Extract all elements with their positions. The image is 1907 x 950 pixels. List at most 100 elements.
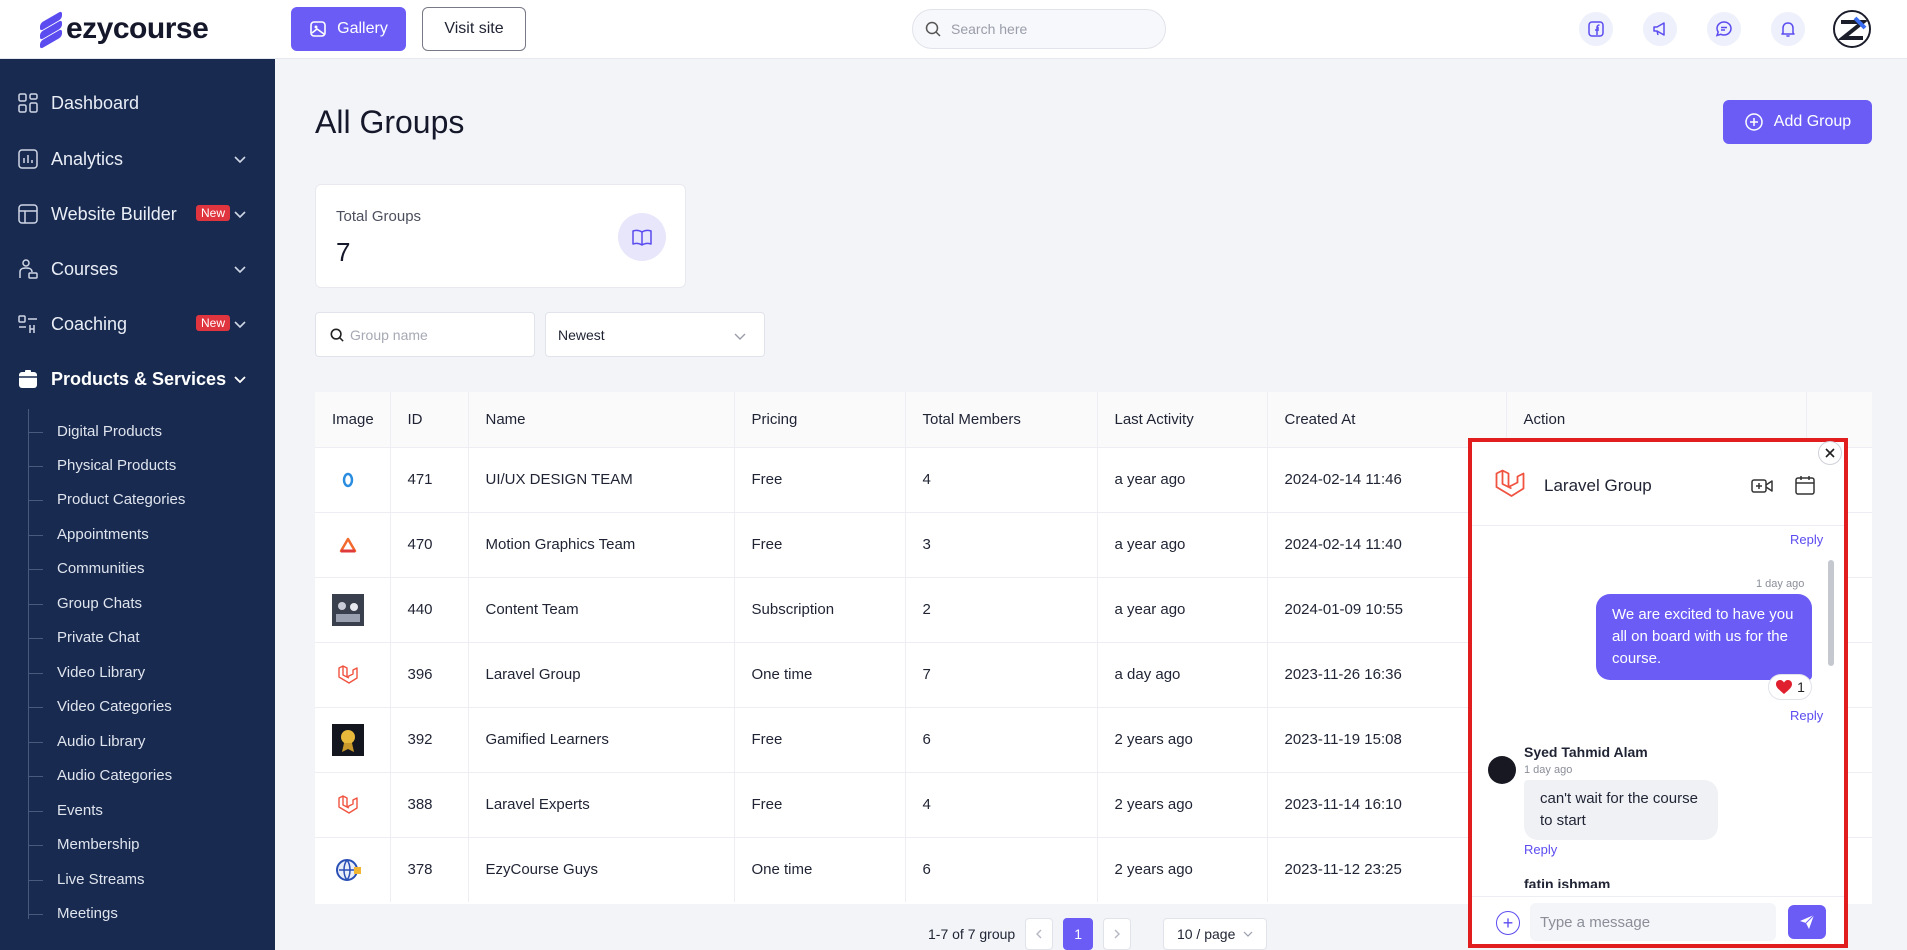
stat-value: 7 (336, 237, 351, 267)
page-1-button[interactable]: 1 (1063, 918, 1094, 950)
sidebar-label-analytics: Analytics (51, 148, 124, 169)
reply-link[interactable]: Reply (1790, 532, 1823, 547)
cell-pricing: Free (734, 772, 906, 837)
message-time: 1 day ago (1756, 578, 1805, 590)
calendar-icon[interactable] (1794, 474, 1816, 496)
cell-members: 6 (905, 707, 1098, 772)
prev-page-button[interactable] (1025, 918, 1054, 950)
submenu-item-group-chats[interactable]: Group Chats (28, 595, 142, 612)
cell-pricing: Subscription (734, 577, 906, 642)
cell-activity: 2 years ago (1097, 837, 1268, 902)
sidebar-item-website-builder[interactable]: Website Builder New (0, 194, 275, 234)
cell-pricing: Free (734, 707, 906, 772)
submenu-item-meetings[interactable]: Meetings (29, 905, 118, 922)
group-name-input[interactable] (350, 326, 520, 343)
sidebar-item-dashboard[interactable]: Dashboard (0, 83, 275, 123)
cell-name: Motion Graphics Team (468, 512, 735, 577)
cell-members: 3 (905, 512, 1098, 577)
cell-activity: a year ago (1097, 447, 1268, 512)
cell-name: Laravel Group (468, 642, 735, 707)
attach-plus-icon[interactable]: + (1496, 911, 1520, 935)
chat-scrollbar[interactable] (1828, 560, 1834, 666)
facebook-button[interactable] (1579, 12, 1613, 46)
visit-site-button[interactable]: Visit site (422, 7, 526, 51)
submenu-item-live-streams[interactable]: Live Streams (29, 871, 145, 888)
gallery-label: Gallery (337, 20, 388, 37)
submenu-item-communities[interactable]: Communities (29, 560, 145, 577)
next-page-button[interactable] (1103, 918, 1132, 950)
chevron-down-icon (234, 376, 246, 384)
cell-pricing: Free (734, 512, 906, 577)
sender-name: Syed Tahmid Alam (1524, 744, 1648, 760)
sidebar-item-products-services[interactable]: Products & Services (0, 359, 275, 399)
gallery-button[interactable]: Gallery (291, 7, 406, 51)
group-thumbnail-medal-icon (332, 723, 364, 756)
message-bubble-other: can't wait for the course to start (1524, 780, 1718, 840)
chat-header: Laravel Group (1472, 442, 1844, 526)
col-last-activity: Last Activity (1097, 392, 1268, 447)
cell-activity: 2 years ago (1097, 772, 1268, 837)
submenu-item-video-categories[interactable]: Video Categories (29, 698, 172, 715)
cell-activity: a day ago (1097, 642, 1268, 707)
chat-composer: + (1472, 896, 1844, 944)
chevron-left-icon (1036, 929, 1042, 939)
cell-pricing: Free (734, 447, 906, 512)
top-search-input[interactable] (951, 21, 1141, 37)
submenu-item-video-library[interactable]: Video Library (28, 664, 145, 681)
message-bubble-own: We are excited to have you all on board … (1596, 594, 1812, 680)
book-icon (618, 213, 666, 261)
video-call-icon[interactable] (1750, 476, 1774, 496)
sidebar: Dashboard Analytics Website Builder New … (0, 59, 275, 950)
submenu-item-product-categories[interactable]: Product Categories (28, 491, 185, 508)
heart-icon (1776, 680, 1793, 694)
dashboard-icon (17, 92, 39, 114)
sidebar-label-coaching: Coaching (51, 313, 128, 334)
group-thumbnail-laravel-icon (332, 659, 364, 691)
submenu-item-private-chat[interactable]: Private Chat (29, 629, 140, 646)
page-size-select[interactable]: 10 / page (1163, 918, 1268, 950)
user-avatar[interactable] (1833, 10, 1871, 48)
group-search (315, 312, 535, 357)
submenu-item-events[interactable]: Events (29, 802, 103, 819)
cell-members: 4 (905, 772, 1098, 837)
col-pricing: Pricing (734, 392, 906, 447)
chat-icon (1715, 21, 1732, 37)
chevron-down-icon (234, 321, 246, 329)
cell-id: 378 (390, 837, 469, 902)
col-image: Image (315, 392, 391, 447)
laravel-logo-icon (1495, 469, 1525, 497)
sidebar-label-courses: Courses (51, 258, 119, 279)
message-input[interactable] (1530, 903, 1776, 941)
close-icon (1825, 448, 1835, 458)
close-chat-button[interactable] (1818, 441, 1842, 465)
submenu-item-audio-categories[interactable]: Audio Categories (28, 767, 172, 784)
analytics-icon (17, 148, 39, 170)
reaction-badge[interactable]: 1 (1768, 674, 1812, 700)
submenu-item-physical-products[interactable]: Physical Products (28, 457, 176, 474)
cell-name: Content Team (468, 577, 735, 642)
pagination: 1-7 of 7 group 1 10 / page (928, 918, 1268, 950)
sidebar-item-courses[interactable]: Courses (0, 249, 275, 289)
submenu-item-appointments[interactable]: Appointments (29, 526, 149, 543)
notifications-button[interactable] (1771, 12, 1805, 46)
reply-link[interactable]: Reply (1524, 842, 1557, 857)
group-thumbnail-photo-icon (332, 593, 364, 626)
add-group-button[interactable]: Add Group (1723, 100, 1872, 144)
submenu-item-membership[interactable]: Membership (29, 836, 140, 853)
cell-activity: 2 years ago (1097, 707, 1268, 772)
sort-select[interactable]: Newest (545, 312, 765, 357)
send-button[interactable] (1788, 905, 1826, 939)
page-title: All Groups (315, 104, 465, 140)
courses-icon (17, 258, 39, 280)
sidebar-item-analytics[interactable]: Analytics (0, 139, 275, 179)
messages-button[interactable] (1707, 12, 1741, 46)
sidebar-item-coaching[interactable]: Coaching New (0, 304, 275, 344)
submenu-item-digital-products[interactable]: Digital Products (28, 423, 162, 440)
logo[interactable]: ezycourse (40, 10, 209, 50)
cell-activity: a year ago (1097, 512, 1268, 577)
announcement-button[interactable] (1643, 12, 1677, 46)
reply-link[interactable]: Reply (1790, 708, 1823, 723)
bell-icon (1781, 22, 1795, 37)
logo-text: ezycourse (66, 12, 209, 45)
submenu-item-audio-library[interactable]: Audio Library (28, 733, 145, 750)
